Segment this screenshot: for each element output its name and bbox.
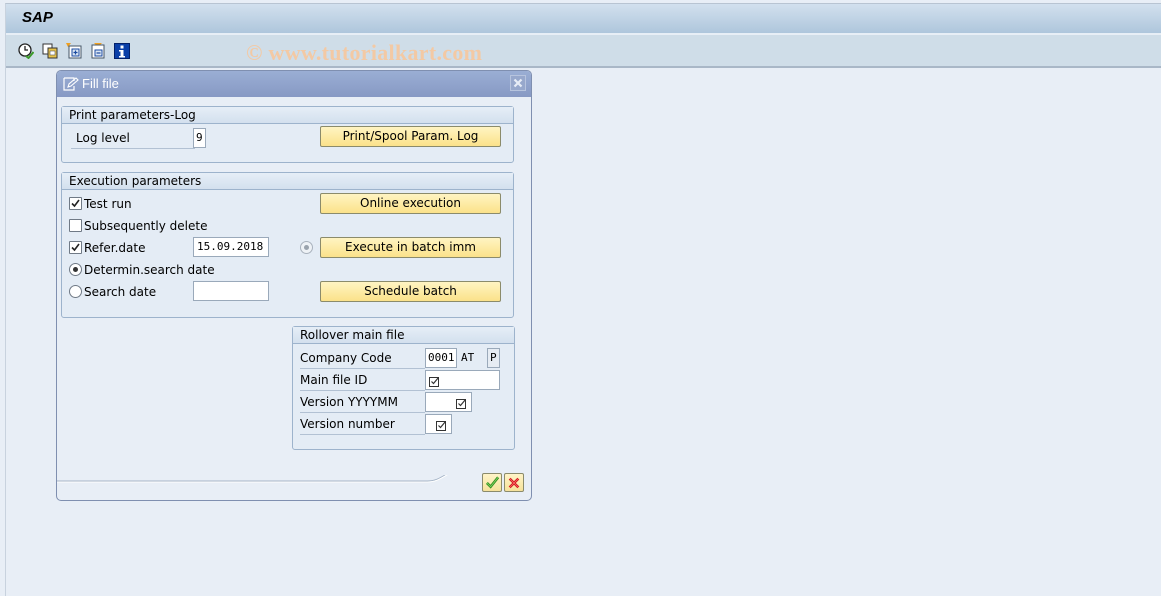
test-run-checkbox[interactable] bbox=[69, 197, 82, 210]
log-level-input[interactable]: 9 bbox=[193, 128, 206, 148]
execute-batch-radio[interactable] bbox=[300, 241, 313, 254]
print-parameters-heading: Print parameters-Log bbox=[62, 107, 513, 124]
dialog-title: Fill file bbox=[82, 76, 119, 91]
main-file-id-label: Main file ID bbox=[300, 373, 425, 391]
company-code-country: AT bbox=[461, 351, 475, 364]
dialog-document-icon bbox=[63, 77, 79, 91]
online-execution-button[interactable]: Online execution bbox=[320, 193, 501, 214]
schedule-batch-button[interactable]: Schedule batch bbox=[320, 281, 501, 302]
application-toolbar: © www.tutorialkart.com bbox=[6, 35, 1161, 68]
expand-all-icon[interactable] bbox=[66, 43, 82, 59]
version-number-input[interactable] bbox=[425, 414, 452, 434]
search-date-input[interactable] bbox=[193, 281, 269, 301]
execute-clock-icon[interactable] bbox=[18, 43, 34, 59]
subsequently-delete-checkbox[interactable] bbox=[69, 219, 82, 232]
refer-date-input[interactable]: 15.09.2018 bbox=[193, 237, 269, 257]
required-entry-icon bbox=[429, 375, 441, 387]
search-date-label: Search date bbox=[84, 285, 157, 299]
title-bar: SAP bbox=[6, 4, 1161, 34]
rollover-main-file-heading: Rollover main file bbox=[293, 327, 514, 344]
search-date-radio[interactable] bbox=[69, 285, 82, 298]
company-code-flag: P bbox=[487, 348, 500, 368]
main-file-id-input[interactable] bbox=[425, 370, 500, 390]
copy-variant-icon[interactable] bbox=[42, 43, 58, 59]
test-run-label: Test run bbox=[84, 197, 132, 211]
refer-date-checkbox[interactable] bbox=[69, 241, 82, 254]
footer-separator bbox=[57, 475, 448, 483]
company-code-input[interactable]: 0001 bbox=[425, 348, 457, 368]
close-icon[interactable] bbox=[510, 75, 526, 91]
fill-file-dialog: Fill file Print parameters-Log Log level… bbox=[56, 70, 532, 501]
app-title: SAP bbox=[22, 9, 53, 26]
execute-in-batch-imm-button[interactable]: Execute in batch imm bbox=[320, 237, 501, 258]
watermark-text: © www.tutorialkart.com bbox=[246, 40, 483, 65]
print-spool-param-log-button[interactable]: Print/Spool Param. Log bbox=[320, 126, 501, 147]
dialog-header: Fill file bbox=[57, 71, 531, 97]
determin-search-date-radio[interactable] bbox=[69, 263, 82, 276]
collapse-all-icon[interactable] bbox=[90, 43, 106, 59]
cancel-icon[interactable] bbox=[504, 473, 524, 492]
required-entry-icon bbox=[436, 419, 448, 431]
version-yyyymm-label: Version YYYYMM bbox=[300, 395, 425, 413]
version-number-label: Version number bbox=[300, 417, 425, 435]
checkmark-icon[interactable] bbox=[482, 473, 502, 492]
required-entry-icon bbox=[456, 397, 468, 409]
subsequently-delete-label: Subsequently delete bbox=[84, 219, 208, 233]
execution-parameters-heading: Execution parameters bbox=[62, 173, 513, 190]
company-code-label: Company Code bbox=[300, 351, 425, 369]
determin-search-date-label: Determin.search date bbox=[84, 263, 215, 277]
log-level-label: Log level bbox=[71, 131, 195, 149]
refer-date-label: Refer.date bbox=[84, 241, 146, 255]
info-icon[interactable] bbox=[114, 43, 130, 59]
version-yyyymm-input[interactable] bbox=[425, 392, 472, 412]
